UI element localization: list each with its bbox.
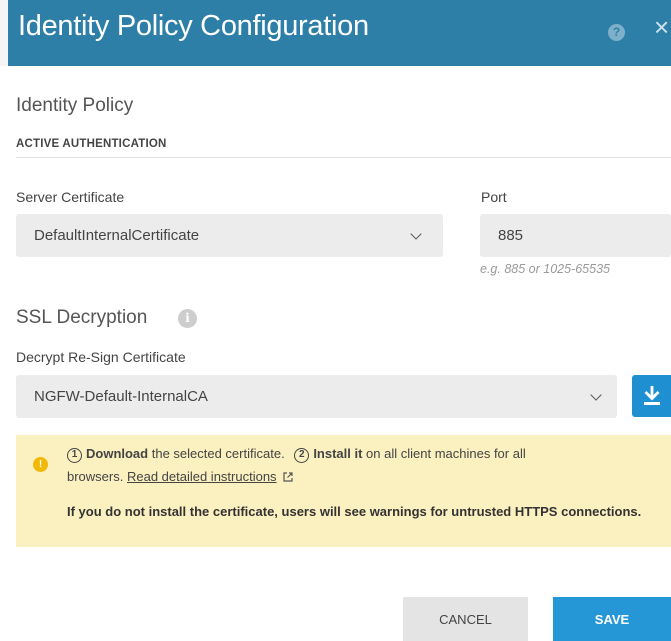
step-2-icon: 2	[294, 448, 310, 463]
ssl-decryption-heading: SSL Decryption	[16, 307, 148, 328]
alert-step-1-text: the selected certificate.	[148, 446, 285, 461]
port-hint: e.g. 885 or 1025-65535	[480, 262, 610, 276]
resign-certificate-value: NGFW-Default-InternalCA	[34, 388, 208, 405]
alert-warning-text: If you do not install the certificate, u…	[67, 504, 642, 519]
dialog-header: Identity Policy Configuration ? ×	[8, 0, 671, 66]
save-button[interactable]: SAVE	[553, 597, 671, 641]
port-input[interactable]: 885	[480, 214, 671, 257]
chevron-down-icon	[410, 228, 422, 240]
download-certificate-button[interactable]	[632, 375, 671, 417]
port-label: Port	[481, 189, 507, 205]
alert-line-2-text: browsers.	[67, 469, 127, 484]
resign-certificate-select[interactable]: NGFW-Default-InternalCA	[16, 375, 617, 418]
server-certificate-select[interactable]: DefaultInternalCertificate	[16, 214, 443, 257]
cancel-button[interactable]: CANCEL	[403, 597, 528, 641]
download-icon	[644, 386, 660, 405]
external-link-icon[interactable]	[282, 471, 294, 483]
read-instructions-link[interactable]: Read detailed instructions	[127, 469, 277, 484]
warning-icon: !	[33, 457, 48, 472]
chevron-down-icon	[590, 389, 602, 401]
alert-instructions-line-1: 1 Download the selected certificate. 2 Ins…	[67, 446, 526, 463]
divider	[16, 157, 671, 158]
server-certificate-value: DefaultInternalCertificate	[34, 227, 200, 244]
alert-step-2-text: on all client machines for all	[362, 446, 526, 461]
alert-step-1-label: Download	[86, 446, 149, 461]
alert-instructions-line-2: browsers. Read detailed instructions	[67, 469, 294, 484]
certificate-alert: ! 1 Download the selected certificate. 2I…	[16, 435, 671, 547]
identity-policy-heading: Identity Policy	[16, 95, 134, 116]
port-value: 885	[498, 227, 524, 244]
help-icon[interactable]: ?	[608, 24, 625, 41]
active-authentication-label: ACTIVE AUTHENTICATION	[16, 138, 167, 150]
info-icon[interactable]: i	[178, 309, 197, 328]
close-icon[interactable]: ×	[654, 14, 669, 40]
server-certificate-label: Server Certificate	[16, 189, 125, 205]
alert-step-2-label: Install it	[313, 446, 363, 461]
step-1-icon: 1	[67, 448, 82, 463]
resign-certificate-label: Decrypt Re-Sign Certificate	[16, 349, 186, 365]
dialog-title: Identity Policy Configuration	[18, 10, 369, 42]
